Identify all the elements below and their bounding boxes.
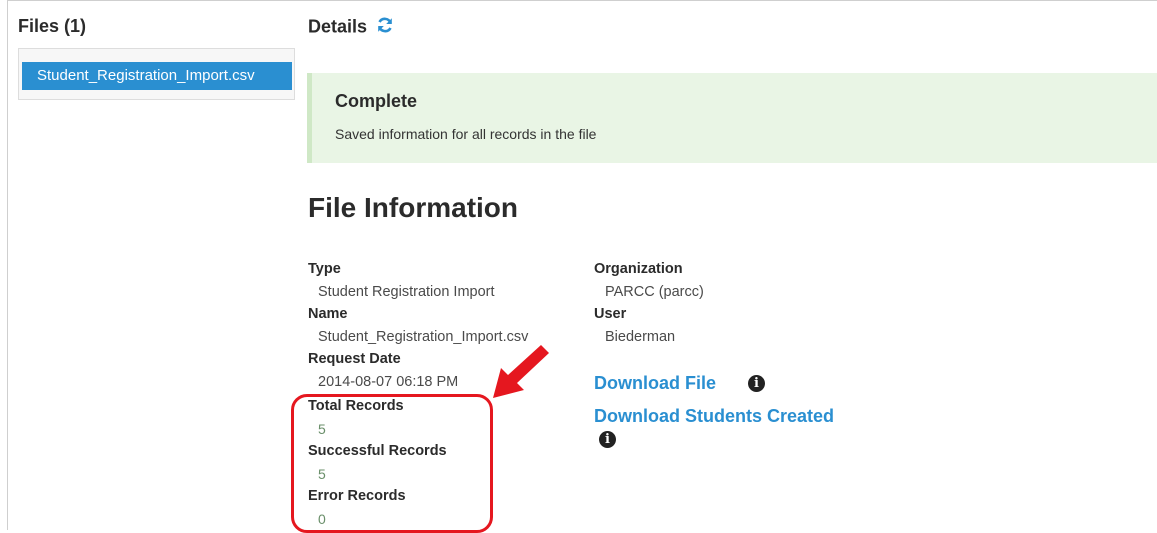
- status-alert: Complete Saved information for all recor…: [307, 73, 1157, 163]
- organization-value: PARCC (parcc): [605, 284, 704, 300]
- download-students-created-link[interactable]: Download Students Created: [594, 406, 834, 427]
- details-title: Details: [308, 16, 368, 37]
- request-date-label: Request Date: [308, 351, 401, 367]
- organization-label: Organization: [594, 261, 683, 277]
- file-list: Student_Registration_Import.csv: [18, 48, 295, 100]
- annotation-arrow-icon: [493, 345, 549, 398]
- download-file-link[interactable]: Download File: [594, 373, 716, 394]
- alert-message: Saved information for all records in the…: [335, 126, 597, 142]
- refresh-icon[interactable]: [376, 16, 394, 39]
- info-circle-icon[interactable]: i: [748, 375, 765, 392]
- user-label: User: [594, 306, 627, 322]
- type-label: Type: [308, 261, 341, 277]
- type-value: Student Registration Import: [318, 284, 495, 300]
- file-list-item[interactable]: Student_Registration_Import.csv: [22, 62, 292, 90]
- details-header: Details: [308, 16, 394, 39]
- name-label: Name: [308, 306, 348, 322]
- highlight-box: [291, 394, 493, 533]
- info-circle-icon[interactable]: i: [599, 431, 616, 448]
- request-date-value: 2014-08-07 06:18 PM: [318, 374, 459, 390]
- alert-title: Complete: [335, 91, 418, 111]
- file-information-heading: File Information: [308, 192, 518, 223]
- user-value: Biederman: [605, 329, 676, 345]
- files-panel-title: Files (1): [18, 16, 87, 36]
